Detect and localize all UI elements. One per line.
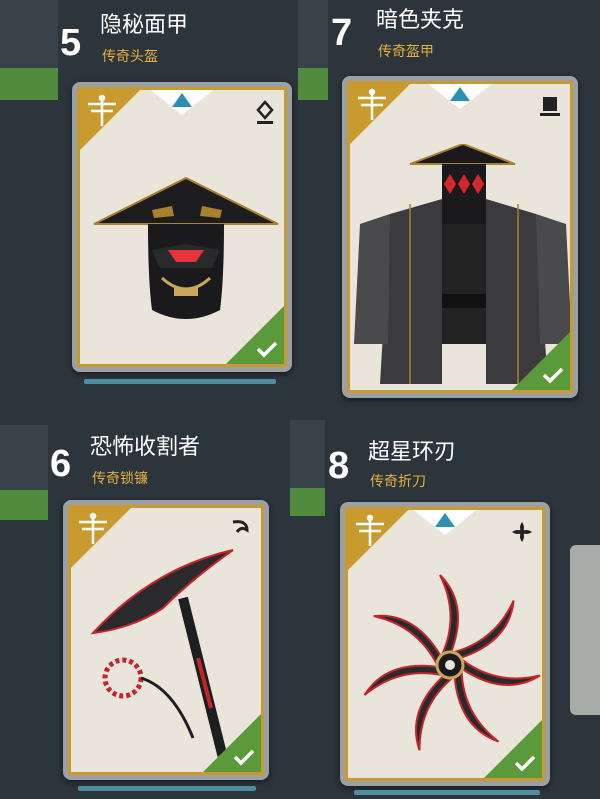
check-icon bbox=[514, 755, 536, 772]
item-rarity-type: 传奇锁镰 bbox=[92, 471, 148, 487]
item-name: 恐怖收割者 bbox=[90, 435, 201, 460]
item-rarity-type: 传奇头盔 bbox=[102, 49, 158, 65]
bg-green-band bbox=[290, 488, 325, 516]
item-number: 5 bbox=[60, 22, 82, 64]
rarity-gem-icon bbox=[410, 510, 480, 537]
item-name: 超星环刃 bbox=[368, 440, 457, 465]
dragonfly-icon bbox=[358, 88, 386, 120]
equipped-badge bbox=[512, 332, 570, 390]
shuriken-icon bbox=[510, 520, 534, 548]
item-card[interactable] bbox=[342, 76, 578, 398]
rarity-gem-icon bbox=[425, 84, 495, 111]
armor-square-icon bbox=[538, 94, 562, 122]
check-icon bbox=[256, 341, 278, 358]
equipped-badge bbox=[226, 306, 284, 364]
check-icon bbox=[542, 367, 564, 384]
dragonfly-icon bbox=[356, 514, 384, 546]
item-progress-bar bbox=[84, 379, 276, 384]
item-progress-bar bbox=[78, 786, 256, 791]
item-number: 8 bbox=[328, 445, 350, 487]
dragonfly-icon bbox=[88, 94, 116, 126]
bg-green-band bbox=[298, 68, 328, 100]
equipped-badge bbox=[484, 720, 542, 778]
bg-next-card bbox=[570, 545, 600, 715]
item-progress-bar bbox=[354, 790, 540, 795]
check-icon bbox=[233, 749, 255, 766]
item-number: 6 bbox=[50, 443, 72, 485]
item-card[interactable] bbox=[72, 82, 292, 372]
item-rarity-type: 传奇盔甲 bbox=[378, 44, 434, 60]
item-card[interactable] bbox=[63, 500, 269, 780]
item-number: 7 bbox=[331, 12, 353, 54]
item-name: 暗色夹克 bbox=[376, 8, 465, 33]
item-card[interactable] bbox=[340, 502, 550, 786]
bg-green-band bbox=[0, 490, 48, 520]
location-pin-icon bbox=[254, 100, 276, 130]
item-name: 隐秘面甲 bbox=[100, 13, 189, 38]
bg-green-band bbox=[0, 68, 58, 100]
rarity-gem-icon bbox=[147, 90, 217, 117]
legendary-corner bbox=[348, 510, 408, 570]
legendary-corner bbox=[80, 90, 140, 150]
item-rarity-type: 传奇折刀 bbox=[370, 474, 426, 490]
legendary-corner bbox=[350, 84, 410, 144]
equipped-badge bbox=[203, 714, 261, 772]
